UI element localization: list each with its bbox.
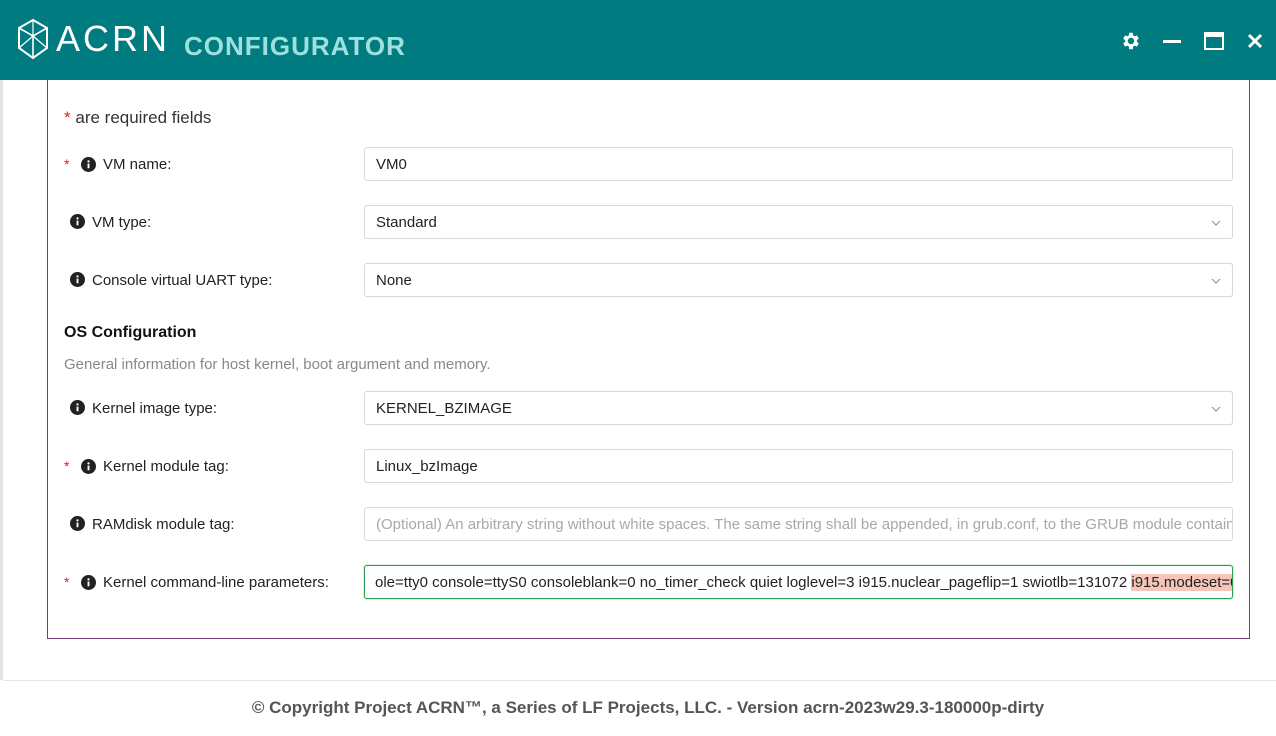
maximize-button[interactable] (1201, 28, 1227, 54)
chevron-down-icon (1211, 278, 1221, 284)
info-icon[interactable] (70, 516, 85, 531)
os-configuration-description: General information for host kernel, boo… (64, 356, 491, 373)
required-star: * (64, 458, 70, 474)
kernel-cmdline-value: ole=tty0 console=ttyS0 consoleblank=0 no… (375, 573, 1132, 591)
vm-name-label: VM name: (103, 156, 172, 173)
footer-divider (3, 680, 1276, 681)
required-star: * (64, 108, 71, 127)
required-fields-note: * are required fields (64, 108, 211, 128)
acrn-logo-icon (18, 18, 48, 60)
minimize-button[interactable] (1159, 28, 1185, 54)
close-button[interactable] (1242, 28, 1268, 54)
info-icon[interactable] (70, 272, 85, 287)
vm-type-select[interactable]: Standard (364, 205, 1233, 239)
ramdisk-module-tag-label: RAMdisk module tag: (92, 516, 235, 533)
console-uart-select[interactable]: None (364, 263, 1233, 297)
kernel-module-tag-value: Linux_bzImage (376, 457, 478, 475)
info-icon[interactable] (81, 157, 96, 172)
minimize-icon (1163, 40, 1181, 43)
brand-name: ACRN (56, 18, 171, 59)
settings-button[interactable] (1118, 28, 1144, 54)
kernel-image-type-select[interactable]: KERNEL_BZIMAGE (364, 391, 1233, 425)
vm-name-input[interactable]: VM0 (364, 147, 1233, 181)
ramdisk-module-tag-input[interactable]: (Optional) An arbitrary string without w… (364, 507, 1233, 541)
maximize-icon (1204, 32, 1224, 50)
kernel-module-tag-label: Kernel module tag: (103, 458, 229, 475)
title-bar: ACRN CONFIGURATOR (0, 0, 1276, 80)
required-star: * (64, 156, 70, 172)
kernel-cmdline-selection: i915.modeset=0 (1131, 573, 1232, 591)
console-uart-value: None (376, 271, 412, 289)
info-icon[interactable] (81, 459, 96, 474)
chevron-down-icon (1211, 406, 1221, 412)
gear-icon (1123, 32, 1139, 50)
kernel-module-tag-input[interactable]: Linux_bzImage (364, 449, 1233, 483)
brand-product: CONFIGURATOR (184, 31, 406, 61)
info-icon[interactable] (70, 214, 85, 229)
window-left-edge (0, 80, 3, 680)
os-configuration-title: OS Configuration (64, 324, 197, 341)
close-icon (1247, 33, 1263, 49)
info-icon[interactable] (81, 575, 96, 590)
required-star: * (64, 574, 70, 590)
ramdisk-module-tag-placeholder: (Optional) An arbitrary string without w… (376, 515, 1233, 533)
required-note-text: are required fields (75, 108, 212, 127)
footer-copyright: © Copyright Project ACRN™, a Series of L… (251, 698, 1045, 717)
vm-name-value: VM0 (376, 155, 407, 173)
info-icon[interactable] (70, 400, 85, 415)
kernel-image-type-value: KERNEL_BZIMAGE (376, 399, 512, 417)
vm-type-value: Standard (376, 213, 437, 231)
chevron-down-icon (1211, 220, 1221, 226)
kernel-image-type-label: Kernel image type: (92, 400, 218, 417)
kernel-cmdline-label: Kernel command-line parameters: (103, 574, 329, 591)
vm-type-label: VM type: (92, 214, 152, 231)
kernel-cmdline-input[interactable]: ole=tty0 console=ttyS0 consoleblank=0 no… (364, 565, 1233, 599)
console-uart-label: Console virtual UART type: (92, 272, 273, 289)
